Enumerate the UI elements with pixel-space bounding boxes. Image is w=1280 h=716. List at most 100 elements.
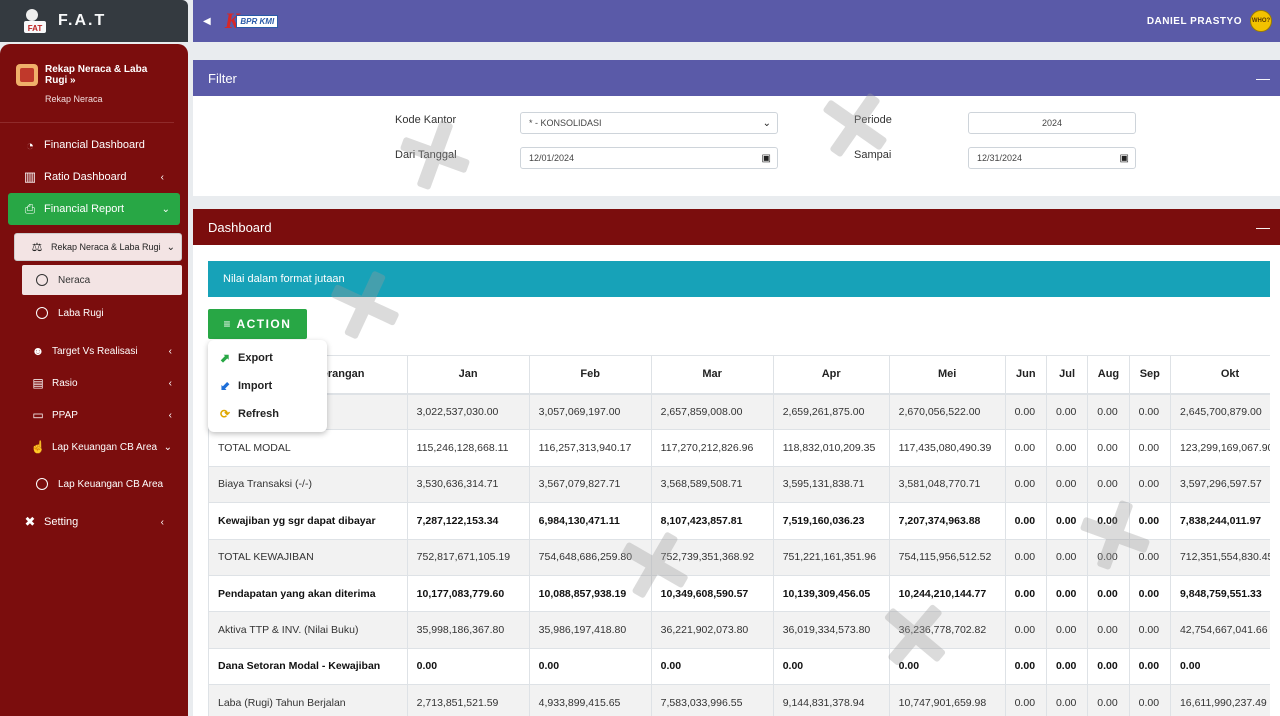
value-cell: 0.00 [1087, 392, 1130, 431]
table-row: Kewajiban yg sgr dapat dibayar 7,287,122,… [208, 502, 1270, 540]
value-cell: 754,115,956,512.52 [888, 538, 1006, 576]
menu-item-label: Import [238, 380, 273, 392]
collapse-icon[interactable]: — [1256, 70, 1270, 86]
sidebar-item-label: Setting [44, 516, 79, 528]
theater-icon: ☻ [31, 344, 45, 358]
sidebar-item-laba-rugi[interactable]: Laba Rugi [22, 298, 182, 328]
value-cell: 8,107,423,857.81 [650, 502, 774, 540]
value-cell: 754,648,686,259.80 [528, 538, 652, 576]
row-label-cell: Biaya Transaksi (-/-) [208, 465, 408, 504]
sidebar-item-label: Laba Rugi [58, 307, 104, 319]
value-cell: 0.00 [1004, 392, 1047, 431]
value-cell: 4,933,899,415.65 [528, 684, 652, 716]
value-cell: 0.00 [528, 647, 652, 686]
value-cell: 10,349,608,590.57 [650, 574, 774, 613]
brand-bar: FAT F.A.T [0, 0, 188, 42]
dari-tanggal-label: Dari Tanggal [395, 149, 457, 161]
action-button[interactable]: ≡ ACTION [208, 309, 307, 339]
sidebar-item-target-vs-realisasi[interactable]: ☻ Target Vs Realisasi ‹ [0, 335, 180, 367]
column-header: Jul [1045, 355, 1089, 395]
export-icon: ⬈ [220, 351, 231, 365]
value-cell: 3,022,537,030.00 [406, 392, 530, 431]
value-cell: 16,611,990,237.49 [1169, 684, 1270, 716]
sidebar: Rekap Neraca & Laba Rugi » Rekap Neraca … [0, 44, 188, 716]
value-cell: 2,645,700,879.00 [1169, 392, 1270, 431]
sidebar-item-rekap-neraca-laba-rugi[interactable]: ⚖ Rekap Neraca & Laba Rugi ⌄ [14, 233, 182, 261]
value-cell: 6,984,130,471.11 [528, 502, 652, 540]
hand-icon: ☝ [30, 440, 46, 454]
value-cell: 3,595,131,838.71 [772, 465, 890, 504]
kode-kantor-label: Kode Kantor [395, 114, 457, 126]
value-cell: 0.00 [650, 647, 774, 686]
filter-card-body: Kode Kantor * - KONSOLIDASI ⌄ Periode 20… [193, 96, 1280, 196]
sidebar-toggle-icon[interactable]: ◀ [203, 16, 211, 27]
dashboard-card-header: Dashboard — [193, 209, 1280, 245]
circle-icon [36, 478, 48, 490]
value-cell: 9,144,831,378.94 [772, 684, 890, 716]
table-header-row: Keterangan Jan Feb Mar Apr Mei Jun Jul A… [208, 355, 1270, 395]
column-header: Jan [406, 355, 530, 395]
value-cell: 117,435,080,490.39 [888, 429, 1006, 467]
value-cell: 3,567,079,827.71 [528, 465, 652, 504]
collapse-icon[interactable]: — [1256, 219, 1270, 235]
value-cell: 0.00 [1087, 429, 1130, 467]
sidebar-item-financial-dashboard[interactable]: ◔ Financial Dashboard [0, 129, 180, 161]
value-cell: 0.00 [1128, 392, 1171, 431]
value-cell: 115,246,128,668.11 [406, 429, 530, 467]
periode-input[interactable]: 2024 [968, 112, 1136, 134]
value-cell: 35,998,186,367.80 [406, 611, 530, 649]
value-cell: 0.00 [1004, 465, 1047, 504]
report-table-container[interactable]: Keterangan Jan Feb Mar Apr Mei Jun Jul A… [208, 355, 1270, 716]
import-menu-item[interactable]: ⬋ Import [208, 372, 327, 400]
sidebar-item-lap-keuangan-cb-area-leaf[interactable]: Lap Keuangan CB Area [22, 469, 182, 499]
sidebar-item-rasio[interactable]: ▤ Rasio ‹ [0, 367, 180, 399]
periode-value: 2024 [1041, 118, 1063, 128]
sidebar-item-lap-keuangan-cb-area[interactable]: ☝ Lap Keuangan CB Area ⌄ [0, 431, 180, 463]
value-cell: 10,088,857,938.19 [528, 574, 652, 613]
value-cell: 0.00 [1004, 574, 1047, 613]
user-name[interactable]: DANIEL PRASTYO [1147, 16, 1242, 27]
value-cell: 36,221,902,073.80 [650, 611, 774, 649]
sidebar-item-label: Financial Report [44, 203, 125, 215]
value-cell: 0.00 [1087, 684, 1130, 716]
sidebar-panel[interactable]: Rekap Neraca & Laba Rugi » Rekap Neraca [0, 64, 174, 123]
export-menu-item[interactable]: ⬈ Export [208, 344, 327, 372]
sidebar-item-setting[interactable]: ✖ Setting ‹ [0, 506, 180, 538]
sampai-input[interactable]: 12/31/2024 ▣ [968, 147, 1136, 169]
value-cell: 0.00 [1004, 538, 1047, 576]
column-header: Apr [772, 355, 890, 395]
value-cell: 0.00 [1128, 684, 1171, 716]
sampai-value: 12/31/2024 [977, 153, 1023, 163]
value-cell: 712,351,554,830.45 [1169, 538, 1270, 576]
sidebar-item-ratio-dashboard[interactable]: ▥ Ratio Dashboard ‹ [0, 161, 180, 193]
value-cell: 117,270,212,826.96 [650, 429, 774, 467]
sidebar-item-ppap[interactable]: ▭ PPAP ‹ [0, 399, 180, 431]
column-header: Jun [1004, 355, 1047, 395]
kode-kantor-select[interactable]: * - KONSOLIDASI ⌄ [520, 112, 778, 134]
kode-kantor-value: * - KONSOLIDASI [529, 118, 602, 128]
sidebar-item-label: PPAP [52, 409, 78, 421]
sidebar-item-label: Ratio Dashboard [44, 171, 127, 183]
value-cell: 2,713,851,521.59 [406, 684, 530, 716]
dashboard-title: Dashboard [208, 219, 272, 235]
value-cell: 0.00 [1087, 538, 1130, 576]
sidebar-item-neraca[interactable]: Neraca [22, 265, 182, 295]
value-cell: 0.00 [1087, 574, 1130, 613]
value-cell: 7,207,374,963.88 [888, 502, 1006, 540]
menu-item-label: Refresh [238, 408, 279, 420]
calendar-icon[interactable]: ▣ [1120, 153, 1129, 164]
dari-tanggal-input[interactable]: 12/01/2024 ▣ [520, 147, 778, 169]
value-cell: 0.00 [1045, 611, 1089, 649]
value-cell: 0.00 [1004, 611, 1047, 649]
avatar[interactable]: WHO? [1250, 10, 1272, 32]
refresh-menu-item[interactable]: ⟳ Refresh [208, 400, 327, 428]
sidebar-item-financial-report[interactable]: ⎙ Financial Report ⌄ [8, 193, 180, 225]
value-cell: 36,019,334,573.80 [772, 611, 890, 649]
value-cell: 0.00 [1045, 538, 1089, 576]
chevron-left-icon: ‹ [160, 171, 164, 183]
app-title: F.A.T [58, 12, 107, 29]
value-cell: 3,568,589,508.71 [650, 465, 774, 504]
calendar-icon[interactable]: ▣ [762, 153, 771, 164]
chevron-down-icon: ⌄ [163, 441, 172, 453]
value-cell: 0.00 [1128, 502, 1171, 540]
